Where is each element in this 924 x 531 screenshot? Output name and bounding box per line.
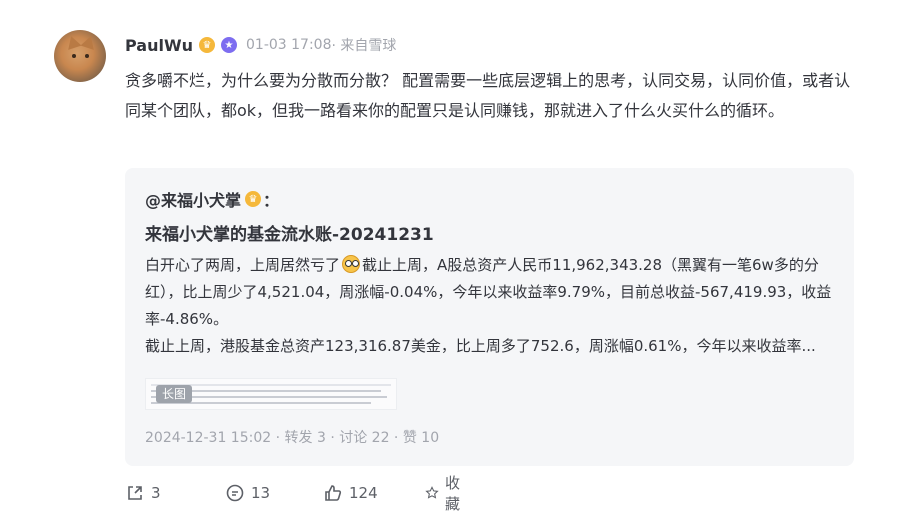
quoted-title[interactable]: 来福小犬掌的基金流水账-20241231 (145, 220, 434, 245)
crown-badge-icon: ♛ (199, 37, 216, 53)
comment-button[interactable]: 13 (225, 480, 270, 506)
username[interactable]: PaulWu (125, 36, 193, 55)
long-image-thumbnail[interactable]: 长图 (145, 378, 397, 410)
comment-count: 13 (251, 484, 271, 502)
like-count: 124 (349, 484, 378, 502)
quoted-footer: 2024-12-31 15:02 · 转发 3 · 讨论 22 · 赞 10 (145, 430, 440, 446)
star-badge-icon: ★ (221, 37, 238, 53)
quoted-text-part1: 白开心了两周，上周居然亏了 (145, 256, 341, 274)
crown-badge-icon: ♛ (245, 191, 262, 207)
thumbs-up-icon (325, 485, 342, 501)
quoted-text-part3: 截止上周，港股基金总资产123,316.87美金，比上周多了752.6，周涨幅0… (145, 337, 816, 355)
like-button[interactable]: 124 (323, 480, 378, 506)
quoted-post[interactable]: @来福小犬掌 ♛ ： 来福小犬掌的基金流水账-20241231 白开心了两周，上… (125, 168, 854, 466)
dizzy-face-emoji-icon (342, 255, 361, 273)
favorite-button[interactable]: 收藏 (425, 474, 466, 513)
avatar[interactable] (54, 30, 106, 82)
quoted-text: 白开心了两周，上周居然亏了 截止上周，A股总资产人民币11,962,343.28（… (145, 252, 845, 360)
post-source: · 来自雪球 (331, 38, 397, 54)
long-image-tag: 长图 (156, 385, 193, 403)
favorite-label: 收藏 (445, 474, 461, 513)
post-header: PaulWu ♛ ★ 01-03 17:08 · 来自雪球 (125, 34, 396, 56)
quoted-colon: ： (263, 191, 280, 210)
share-count: 3 (151, 484, 161, 502)
quoted-author[interactable]: @来福小犬掌 (145, 187, 241, 211)
quoted-author-row: @来福小犬掌 ♛ ： (145, 187, 279, 211)
post-timestamp[interactable]: 01-03 17:08 (246, 37, 331, 53)
share-button[interactable]: 3 (125, 480, 161, 506)
comment-icon (226, 484, 244, 502)
share-icon (128, 486, 142, 500)
post-body: 贪多嚼不烂，为什么要为分散而分散？ 配置需要一些底层逻辑上的思考，认同交易，认同… (125, 71, 851, 120)
star-icon (425, 486, 439, 499)
